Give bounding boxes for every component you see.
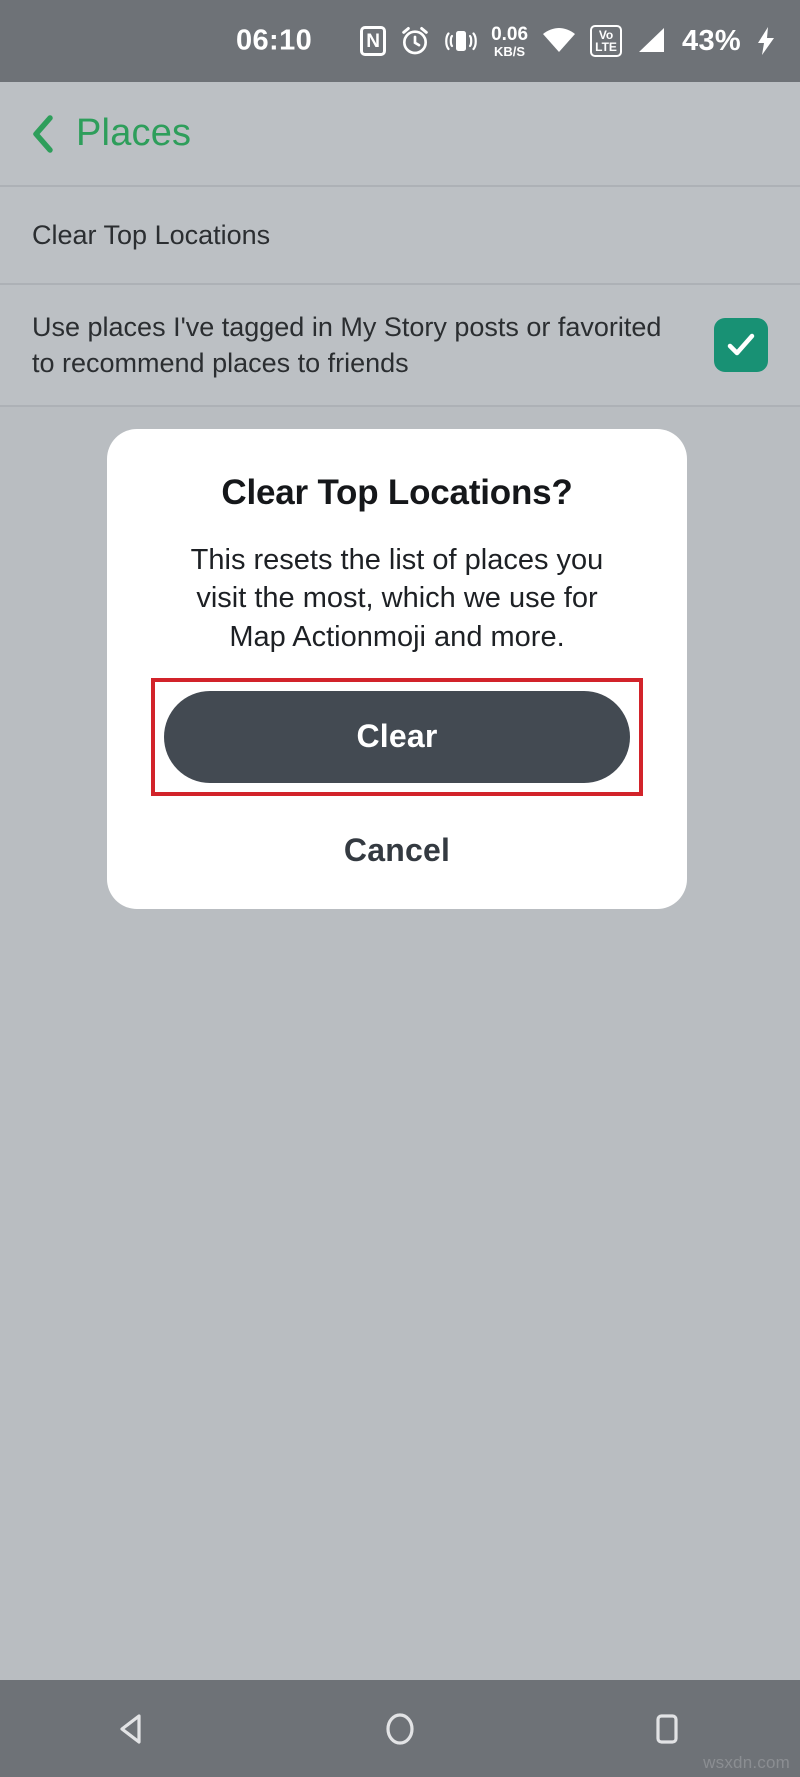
- nfc-icon: N: [360, 26, 387, 56]
- chevron-left-icon[interactable]: [26, 112, 60, 156]
- page-body-scrim: Clear Top Locations? This resets the lis…: [0, 407, 800, 1680]
- setting-row-use-tagged-places[interactable]: Use places I've tagged in My Story posts…: [0, 285, 800, 407]
- status-bar: 06:10 N 0.06 KB/S Vo LTE 43%: [0, 0, 800, 82]
- alarm-icon: [399, 25, 431, 57]
- check-icon: [727, 333, 755, 356]
- android-navigation-bar: wsxdn.com: [0, 1680, 800, 1777]
- app-header: Places: [0, 82, 800, 187]
- setting-label: Use places I've tagged in My Story posts…: [32, 311, 662, 378]
- battery-charging-icon: [754, 25, 778, 57]
- settings-list: Clear Top Locations Use places I've tagg…: [0, 187, 800, 407]
- dialog-message: This resets the list of places you visit…: [190, 544, 604, 653]
- site-watermark: wsxdn.com: [703, 1753, 790, 1772]
- vibrate-icon: [444, 25, 478, 57]
- clear-top-locations-dialog: Clear Top Locations? This resets the lis…: [107, 429, 687, 909]
- nav-back-triangle-icon[interactable]: [78, 1680, 188, 1777]
- clear-button[interactable]: Clear: [164, 690, 630, 783]
- dialog-title: Clear Top Locations?: [221, 473, 573, 512]
- phone-screen: 06:10 N 0.06 KB/S Vo LTE 43% Places Clea…: [0, 0, 800, 1777]
- page-title: Places: [76, 112, 192, 154]
- cancel-button[interactable]: Cancel: [320, 818, 474, 879]
- nav-home-circle-icon[interactable]: [345, 1680, 455, 1777]
- setting-label: Clear Top Locations: [32, 219, 271, 250]
- volte-icon-top: Vo: [598, 27, 614, 42]
- volte-icon: Vo LTE: [590, 25, 623, 57]
- battery-percentage: 43%: [682, 24, 741, 57]
- clear-button-highlight-box: Clear: [151, 677, 643, 796]
- data-rate-value: 0.06: [491, 23, 529, 45]
- signal-icon: [635, 25, 669, 57]
- status-bar-clock: 06:10: [236, 24, 313, 57]
- wifi-icon: [541, 25, 577, 57]
- volte-icon-bottom: LTE: [595, 40, 617, 55]
- nfc-icon-label: N: [366, 30, 380, 52]
- data-rate-icon: 0.06 KB/S: [491, 25, 528, 58]
- setting-row-clear-top-locations[interactable]: Clear Top Locations: [0, 187, 800, 285]
- status-bar-icons: N 0.06 KB/S Vo LTE 43%: [360, 25, 778, 58]
- data-rate-unit: KB/S: [494, 43, 526, 59]
- checkbox-use-tagged-places[interactable]: [714, 318, 768, 372]
